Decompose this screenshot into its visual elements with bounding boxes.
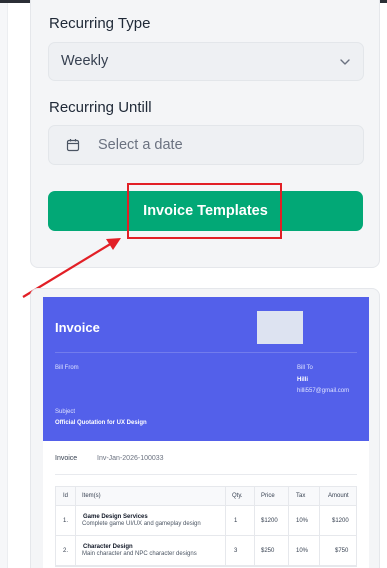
col-id: Id (63, 493, 69, 499)
bill-from-label: Bill From (55, 365, 79, 371)
chevron-down-icon (340, 59, 350, 65)
recurring-type-select[interactable]: Weekly (48, 42, 364, 81)
row-item-name: Game Design Services (83, 514, 148, 520)
invoice-items-table: Id Item(s) Qty. Price Tax Amount 1. Game… (55, 486, 357, 567)
bill-to-label: Bill To (297, 365, 313, 371)
row-amount: $1200 (332, 518, 349, 524)
row-qty: 3 (234, 548, 238, 554)
highlight-box (127, 183, 282, 239)
row-price: $250 (261, 548, 275, 554)
row-tax: 10% (296, 548, 309, 554)
col-items: Item(s) (82, 493, 101, 499)
subject-label: Subject (55, 409, 76, 415)
row-item-desc: Complete game UI/UX and gameplay design (82, 521, 201, 527)
logo-placeholder (257, 311, 303, 344)
invoice-document: Invoice Bill From Bill To Hilli hilli557… (43, 297, 369, 568)
recurring-until-date-input[interactable]: Select a date (48, 125, 364, 165)
left-scroll-strip (0, 3, 8, 568)
calendar-icon (66, 139, 80, 152)
invoice-number-label: Invoice (55, 455, 78, 462)
recurring-type-label: Recurring Type (49, 15, 151, 32)
subject-value: Official Quotation for UX Design (55, 420, 147, 426)
row-amount: $750 (335, 548, 349, 554)
invoice-header: Invoice Bill From Bill To Hilli hilli557… (43, 297, 369, 441)
header-divider (55, 352, 357, 353)
col-qty: Qty. (232, 493, 243, 499)
row-tax: 10% (296, 518, 309, 524)
invoice-title: Invoice (55, 320, 100, 335)
invoice-number-value: Inv-Jan-2026-100033 (97, 455, 164, 462)
col-price: Price (261, 493, 275, 499)
row-qty: 1 (234, 518, 238, 524)
row-item-name: Character Design (83, 544, 133, 550)
row-item-desc: Main character and NPC character designs (82, 551, 197, 557)
bill-to-email: hilli557@gmail.com (297, 388, 350, 394)
row-id: 1. (63, 518, 69, 524)
bill-to-name: Hilli (297, 377, 309, 383)
invoice-number-row: Invoice Inv-Jan-2026-100033 (55, 451, 357, 475)
row-id: 2. (63, 548, 69, 554)
col-tax: Tax (296, 493, 306, 499)
col-amount: Amount (328, 493, 349, 499)
recurring-until-label: Recurring Untill (49, 99, 152, 116)
row-price: $1200 (261, 518, 278, 524)
table-row: 1. Game Design Services Complete game UI… (56, 506, 356, 536)
recurring-type-value: Weekly (61, 53, 109, 69)
date-placeholder: Select a date (98, 137, 183, 153)
table-row: 2. Character Design Main character and N… (56, 536, 356, 566)
invoice-template-preview[interactable]: Invoice Bill From Bill To Hilli hilli557… (30, 288, 380, 568)
table-header-row: Id Item(s) Qty. Price Tax Amount (56, 487, 356, 506)
